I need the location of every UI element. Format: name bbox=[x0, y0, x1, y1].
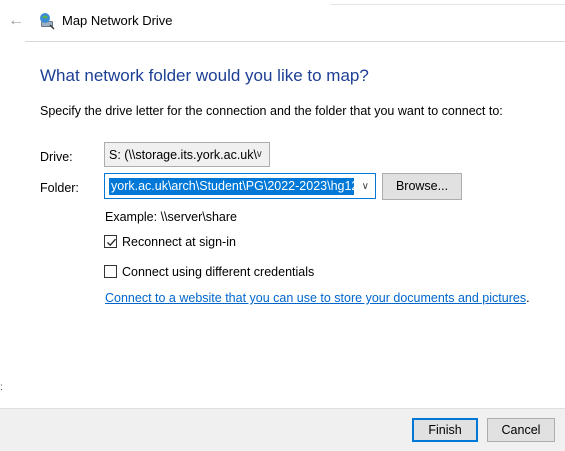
window-edge bbox=[330, 4, 565, 5]
instruction-text: Specify the drive letter for the connect… bbox=[40, 104, 503, 118]
drive-select[interactable]: S: (\\storage.its.york.ac.uk\ ∨ bbox=[104, 142, 270, 167]
edge-mark: : bbox=[0, 382, 3, 393]
drive-label: Drive: bbox=[40, 150, 73, 164]
credentials-label: Connect using different credentials bbox=[122, 265, 315, 279]
browse-button[interactable]: Browse... bbox=[382, 173, 462, 200]
folder-input[interactable]: york.ac.uk\arch\Student\PG\2022-2023\hg1… bbox=[104, 173, 376, 199]
cancel-button[interactable]: Cancel bbox=[487, 418, 555, 442]
link-suffix: . bbox=[526, 291, 530, 305]
folder-input-value[interactable]: york.ac.uk\arch\Student\PG\2022-2023\hg1… bbox=[109, 178, 354, 195]
reconnect-label: Reconnect at sign-in bbox=[122, 235, 236, 249]
example-text: Example: \\server\share bbox=[105, 210, 237, 224]
chevron-down-icon[interactable]: ∨ bbox=[362, 178, 369, 195]
footer-bar bbox=[0, 408, 565, 451]
website-link-text[interactable]: Connect to a website that you can use to… bbox=[105, 291, 526, 305]
reconnect-checkbox[interactable] bbox=[104, 235, 117, 248]
network-drive-icon bbox=[38, 12, 56, 30]
title-divider bbox=[25, 41, 565, 42]
window-title: Map Network Drive bbox=[62, 13, 173, 28]
drive-select-value: S: (\\storage.its.york.ac.uk\ bbox=[109, 148, 257, 162]
credentials-checkbox[interactable] bbox=[104, 265, 117, 278]
chevron-down-icon[interactable]: ∨ bbox=[256, 147, 263, 163]
page-heading: What network folder would you like to ma… bbox=[40, 66, 369, 85]
folder-label: Folder: bbox=[40, 181, 79, 195]
finish-button[interactable]: Finish bbox=[412, 418, 478, 442]
back-arrow-icon[interactable]: ← bbox=[8, 11, 24, 31]
website-link[interactable]: Connect to a website that you can use to… bbox=[105, 290, 530, 306]
title-bar: ← Map Network Drive bbox=[0, 0, 565, 42]
